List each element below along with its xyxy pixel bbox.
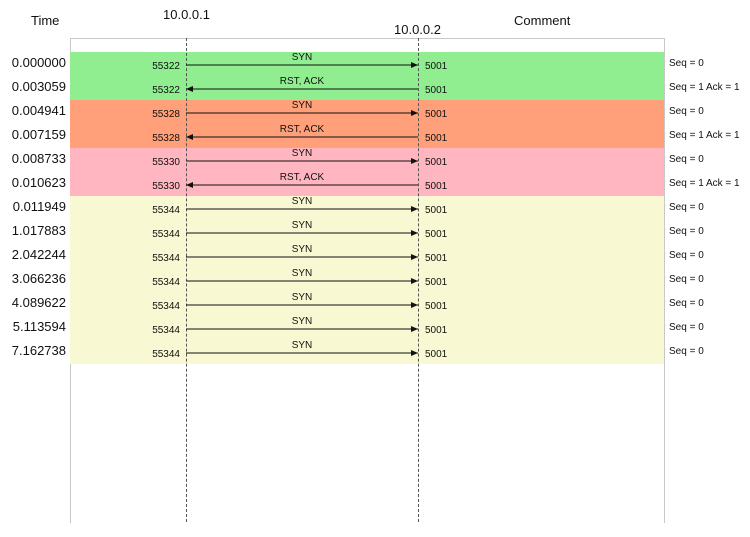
- arrow-right-icon: [186, 326, 418, 332]
- destination-port: 5001: [425, 85, 448, 96]
- arrow-right-icon: [186, 302, 418, 308]
- packet-row[interactable]: 5.113594 55344 5001 SYN Seq = 0: [0, 316, 750, 340]
- packet-row[interactable]: 0.004941 55328 5001 SYN Seq = 0: [0, 100, 750, 124]
- packet-time: 0.004941: [11, 103, 66, 118]
- destination-port: 5001: [425, 325, 448, 336]
- packet-time: 5.113594: [12, 319, 66, 334]
- arrow-right-icon: [186, 62, 418, 68]
- arrow-right-icon: [186, 110, 418, 116]
- source-port: 55322: [152, 61, 180, 72]
- arrow-left-icon: [186, 86, 418, 92]
- packet-time: 2.042244: [11, 247, 66, 262]
- packet-comment: Seq = 0: [669, 250, 704, 261]
- packet-time: 0.008733: [11, 151, 66, 166]
- arrow-right-icon: [186, 206, 418, 212]
- packet-row[interactable]: 0.000000 55322 5001 SYN Seq = 0: [0, 52, 750, 76]
- packet-time: 7.162738: [11, 343, 66, 358]
- packet-comment: Seq = 0: [669, 58, 704, 69]
- destination-port: 5001: [425, 133, 448, 144]
- source-port: 55344: [152, 277, 180, 288]
- packet-time: 0.007159: [11, 127, 66, 142]
- destination-port: 5001: [425, 253, 448, 264]
- destination-port: 5001: [425, 277, 448, 288]
- arrow-right-icon: [186, 158, 418, 164]
- packet-comment: Seq = 0: [669, 202, 704, 213]
- source-port: 55344: [152, 205, 180, 216]
- packet-comment: Seq = 0: [669, 154, 704, 165]
- source-port: 55344: [152, 301, 180, 312]
- packet-time: 0.010623: [11, 175, 66, 190]
- comment-column-header: Comment: [514, 13, 571, 28]
- packet-row[interactable]: 3.066236 55344 5001 SYN Seq = 0: [0, 268, 750, 292]
- source-port: 55328: [152, 109, 180, 120]
- arrow-right-icon: [186, 278, 418, 284]
- host1-header: 10.0.0.1: [163, 7, 210, 22]
- host2-header: 10.0.0.2: [394, 22, 441, 37]
- packet-time: 0.003059: [11, 79, 66, 94]
- packet-row[interactable]: 0.007159 55328 5001 RST, ACK Seq = 1 Ack = 1: [0, 124, 750, 148]
- arrow-right-icon: [186, 350, 418, 356]
- destination-port: 5001: [425, 229, 448, 240]
- arrow-left-icon: [186, 182, 418, 188]
- source-port: 55344: [152, 349, 180, 360]
- time-column-header: Time: [31, 13, 60, 28]
- packet-comment: Seq = 0: [669, 106, 704, 117]
- source-port: 55330: [152, 157, 180, 168]
- destination-port: 5001: [425, 61, 448, 72]
- packet-row[interactable]: 0.003059 55322 5001 RST, ACK Seq = 1 Ack = 1: [0, 76, 750, 100]
- packet-comment: Seq = 1 Ack = 1: [669, 178, 740, 189]
- source-port: 55330: [152, 181, 180, 192]
- destination-port: 5001: [425, 157, 448, 168]
- packet-row[interactable]: 0.008733 55330 5001 SYN Seq = 0: [0, 148, 750, 172]
- packet-comment: Seq = 0: [669, 226, 704, 237]
- packet-row[interactable]: 1.017883 55344 5001 SYN Seq = 0: [0, 220, 750, 244]
- packet-row[interactable]: 0.011949 55344 5001 SYN Seq = 0: [0, 196, 750, 220]
- destination-port: 5001: [425, 109, 448, 120]
- packet-row[interactable]: 0.010623 55330 5001 RST, ACK Seq = 1 Ack = 1: [0, 172, 750, 196]
- packet-time: 4.089622: [11, 295, 66, 310]
- packet-time: 0.011949: [12, 199, 66, 214]
- destination-port: 5001: [425, 301, 448, 312]
- packet-row[interactable]: 4.089622 55344 5001 SYN Seq = 0: [0, 292, 750, 316]
- packet-comment: Seq = 0: [669, 346, 704, 357]
- destination-port: 5001: [425, 349, 448, 360]
- packet-comment: Seq = 1 Ack = 1: [669, 82, 740, 93]
- packet-comment: Seq = 0: [669, 322, 704, 333]
- packet-row[interactable]: 7.162738 55344 5001 SYN Seq = 0: [0, 340, 750, 364]
- destination-port: 5001: [425, 205, 448, 216]
- source-port: 55344: [152, 229, 180, 240]
- source-port: 55322: [152, 85, 180, 96]
- packet-comment: Seq = 1 Ack = 1: [669, 130, 740, 141]
- destination-port: 5001: [425, 181, 448, 192]
- arrow-left-icon: [186, 134, 418, 140]
- packet-comment: Seq = 0: [669, 274, 704, 285]
- source-port: 55328: [152, 133, 180, 144]
- source-port: 55344: [152, 325, 180, 336]
- packet-row[interactable]: 2.042244 55344 5001 SYN Seq = 0: [0, 244, 750, 268]
- arrow-right-icon: [186, 230, 418, 236]
- packet-time: 3.066236: [11, 271, 66, 286]
- packet-time: 1.017883: [11, 223, 66, 238]
- source-port: 55344: [152, 253, 180, 264]
- packet-comment: Seq = 0: [669, 298, 704, 309]
- arrow-right-icon: [186, 254, 418, 260]
- packet-time: 0.000000: [11, 55, 66, 70]
